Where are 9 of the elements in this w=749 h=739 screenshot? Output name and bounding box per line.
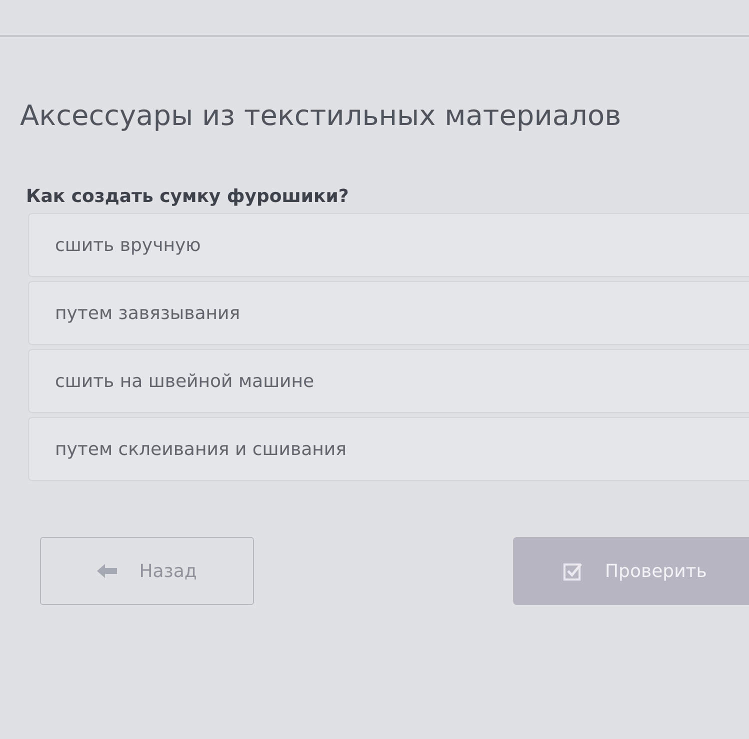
answer-option[interactable]: путем склеивания и сшивания bbox=[28, 417, 749, 481]
answer-option[interactable]: сшить на швейной машине bbox=[28, 349, 749, 413]
answer-option[interactable]: путем завязывания bbox=[28, 281, 749, 345]
lesson-title: Аксессуары из текстильных материалов bbox=[20, 99, 622, 132]
back-button[interactable]: Назад bbox=[40, 537, 254, 605]
arrow-left-icon bbox=[97, 564, 118, 578]
answer-option[interactable]: сшить вручную bbox=[28, 213, 749, 277]
question-text: Как создать сумку фурошики? bbox=[26, 186, 350, 207]
checkbox-icon bbox=[563, 561, 583, 581]
